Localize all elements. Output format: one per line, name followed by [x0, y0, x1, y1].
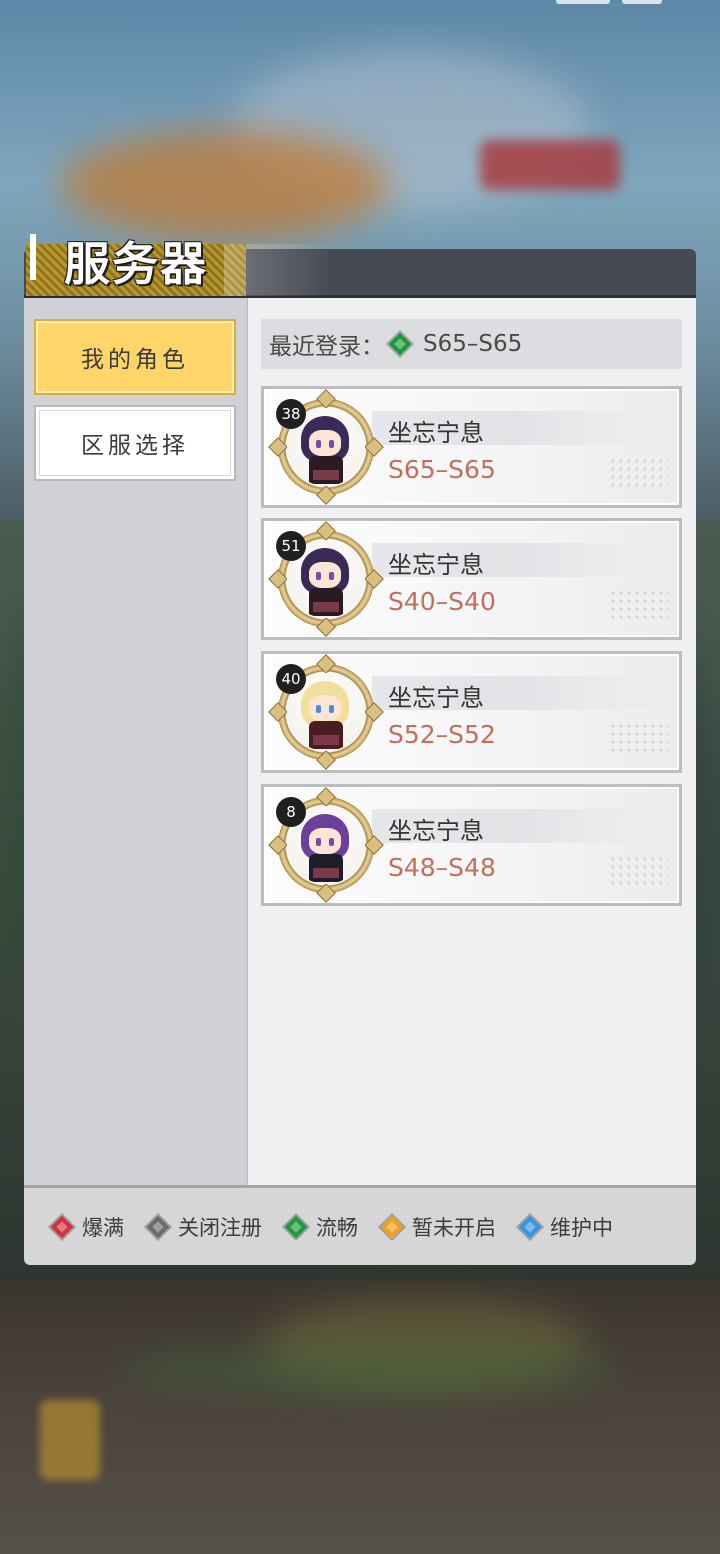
level-badge: 38 [276, 399, 306, 429]
panel-title-area: 服务器 [24, 226, 334, 296]
character-card[interactable]: 51 坐忘宁息 S40–S40 [261, 518, 682, 640]
green-diamond-icon [284, 1215, 308, 1238]
character-server: S52–S52 [388, 720, 496, 749]
server-status-legend: 爆满 关闭注册 流畅 暂未开启 维护中 [24, 1185, 696, 1265]
tab-my-characters[interactable]: 我的角色 [34, 319, 236, 395]
character-server: S40–S40 [388, 587, 496, 616]
character-name: 坐忘宁息 [388, 419, 484, 447]
character-name: 坐忘宁息 [388, 551, 484, 579]
character-card[interactable]: 40 坐忘宁息 S52–S52 [261, 651, 682, 773]
dot-pattern [609, 855, 669, 889]
legend-item-closed: 关闭注册 [144, 1212, 262, 1242]
page-title: 服务器 [64, 237, 208, 291]
character-server: S48–S48 [388, 853, 496, 882]
legend-label: 关闭注册 [178, 1215, 262, 1240]
character-card[interactable]: 8 坐忘宁息 S48–S48 [261, 784, 682, 906]
legend-label: 流畅 [316, 1215, 358, 1240]
legend-item-full: 爆满 [48, 1212, 124, 1242]
recent-login-bar[interactable]: 最近登录： S65–S65 [261, 319, 682, 369]
blue-diamond-icon [518, 1215, 542, 1238]
green-diamond-icon [388, 332, 412, 356]
dot-pattern [609, 457, 669, 491]
character-server: S65–S65 [388, 455, 496, 484]
avatar: 8 [268, 787, 384, 903]
tab-server-select[interactable]: 区服选择 [34, 405, 236, 481]
orange-diamond-icon [380, 1215, 404, 1238]
character-name: 坐忘宁息 [388, 817, 484, 845]
level-badge: 8 [276, 797, 306, 827]
recent-login-server: S65–S65 [423, 331, 523, 357]
legend-label: 维护中 [550, 1215, 613, 1240]
avatar: 38 [268, 389, 384, 505]
level-badge: 51 [276, 531, 306, 561]
character-card[interactable]: 38 坐忘宁息 S65–S65 [261, 386, 682, 508]
legend-item-smooth: 流畅 [282, 1212, 358, 1242]
legend-item-not-open: 暂未开启 [378, 1212, 496, 1242]
red-diamond-icon [50, 1215, 74, 1238]
gray-diamond-icon [146, 1215, 170, 1238]
legend-item-maintenance: 维护中 [516, 1212, 613, 1242]
dot-pattern [609, 589, 669, 623]
legend-label: 爆满 [82, 1215, 124, 1240]
avatar: 51 [268, 521, 384, 637]
character-name: 坐忘宁息 [388, 684, 484, 712]
level-badge: 40 [276, 664, 306, 694]
avatar: 40 [268, 654, 384, 770]
dot-pattern [609, 722, 669, 756]
legend-label: 暂未开启 [412, 1215, 496, 1240]
sidebar-divider [247, 298, 248, 1185]
recent-login-label: 最近登录： [269, 334, 384, 360]
